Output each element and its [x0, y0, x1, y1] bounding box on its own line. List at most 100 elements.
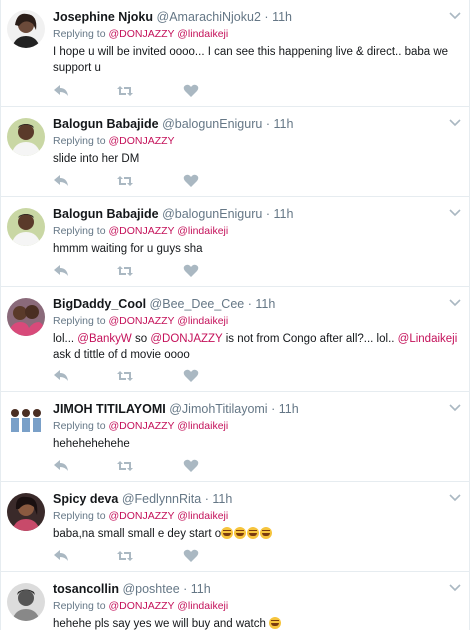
separator-dot: · [183, 582, 188, 596]
avatar[interactable] [7, 208, 45, 246]
author-name[interactable]: Spicy deva [53, 492, 118, 506]
reply-prefix: Replying to [53, 420, 106, 432]
like-button[interactable] [183, 84, 199, 98]
heart-icon [183, 84, 199, 97]
author-handle[interactable]: @JimohTitilayomi [169, 402, 267, 416]
text-segment: lol... [53, 333, 78, 345]
timestamp[interactable]: 11h [191, 582, 211, 596]
reply-mention[interactable]: @lindaikeji [177, 28, 228, 40]
tweet[interactable]: Balogun Babajide @balogunEniguru · 11h R… [1, 197, 469, 287]
separator-dot: · [264, 10, 269, 24]
heart-icon [183, 369, 199, 382]
avatar[interactable] [7, 118, 45, 156]
author-name[interactable]: BigDaddy_Cool [53, 297, 146, 311]
tweet-text: baba,na small small e dey start o [53, 526, 459, 542]
avatar[interactable] [7, 493, 45, 531]
reply-context: Replying to @DONJAZZY @lindaikeji [53, 419, 459, 433]
reply-button[interactable] [53, 459, 69, 473]
tweet[interactable]: BigDaddy_Cool @Bee_Dee_Cee · 11h Replyin… [1, 287, 469, 392]
reply-arrow-icon [54, 460, 68, 471]
reply-mention[interactable]: @DONJAZZY [108, 420, 174, 432]
heart-icon [183, 174, 199, 187]
retweet-button[interactable] [117, 264, 133, 278]
author-handle[interactable]: @Bee_Dee_Cee [150, 297, 245, 311]
reply-button[interactable] [53, 369, 69, 383]
separator-dot: · [271, 402, 276, 416]
retweet-icon [117, 461, 133, 471]
timestamp[interactable]: 11h [212, 492, 232, 506]
text-segment: is not from Congo after all?... lol.. [222, 333, 398, 345]
tweet-text: I hope u will be invited oooo... I can s… [53, 46, 449, 74]
tweet[interactable]: Josephine Njoku @AmarachiNjoku2 · 11h Re… [1, 0, 469, 107]
reply-mention[interactable]: @lindaikeji [177, 420, 228, 432]
avatar[interactable] [7, 583, 45, 621]
reply-context: Replying to @DONJAZZY [53, 134, 459, 148]
inline-mention[interactable]: @Lindaikeji [398, 333, 458, 345]
reply-mention[interactable]: @lindaikeji [177, 510, 228, 522]
text-segment: baba,na small small e dey start o [53, 528, 222, 540]
avatar[interactable] [7, 10, 45, 48]
inline-mention[interactable]: @DONJAZZY [150, 333, 222, 345]
reply-button[interactable] [53, 84, 69, 98]
couple-avatar-icon [7, 298, 45, 336]
reply-arrow-icon [54, 175, 68, 186]
reply-mention[interactable]: @DONJAZZY [108, 135, 174, 147]
laughing-tears-emoji-icon [260, 527, 273, 539]
reply-mention[interactable]: @lindaikeji [177, 600, 228, 612]
author-handle[interactable]: @poshtee [122, 582, 179, 596]
like-button[interactable] [183, 459, 199, 473]
author-name[interactable]: Josephine Njoku [53, 10, 153, 24]
retweet-button[interactable] [117, 459, 133, 473]
heart-icon [183, 549, 199, 562]
reply-mention[interactable]: @DONJAZZY [108, 28, 174, 40]
tweet[interactable]: tosancollin @poshtee · 11h Replying to @… [1, 572, 469, 630]
retweet-button[interactable] [117, 549, 133, 563]
reply-button[interactable] [53, 174, 69, 188]
author-name[interactable]: Balogun Babajide [53, 117, 159, 131]
reply-button[interactable] [53, 549, 69, 563]
reply-mention[interactable]: @DONJAZZY [108, 225, 174, 237]
reply-mention[interactable]: @lindaikeji [177, 315, 228, 327]
reply-prefix: Replying to [53, 135, 106, 147]
reply-prefix: Replying to [53, 510, 106, 522]
author-handle[interactable]: @balogunEniguru [162, 117, 262, 131]
timestamp[interactable]: 11h [272, 10, 292, 24]
timestamp[interactable]: 11h [279, 402, 299, 416]
like-button[interactable] [183, 369, 199, 383]
bw-avatar-icon [7, 583, 45, 621]
timestamp[interactable]: 11h [273, 207, 293, 221]
timestamp[interactable]: 11h [255, 297, 275, 311]
reply-arrow-icon [54, 265, 68, 276]
tweet[interactable]: JIMOH TITILAYOMI @JimohTitilayomi · 11h … [1, 392, 469, 482]
text-segment: so [131, 333, 151, 345]
author-handle[interactable]: @FedlynnRita [122, 492, 201, 506]
author-name[interactable]: Balogun Babajide [53, 207, 159, 221]
retweet-button[interactable] [117, 369, 133, 383]
avatar[interactable] [7, 403, 45, 441]
tweet[interactable]: Balogun Babajide @balogunEniguru · 11h R… [1, 107, 469, 197]
like-button[interactable] [183, 174, 199, 188]
inline-mention[interactable]: @BankyW [77, 333, 132, 345]
reply-context: Replying to @DONJAZZY @lindaikeji [53, 599, 459, 613]
reply-mention[interactable]: @DONJAZZY [108, 510, 174, 522]
like-button[interactable] [183, 549, 199, 563]
like-button[interactable] [183, 264, 199, 278]
retweet-button[interactable] [117, 174, 133, 188]
reply-mention[interactable]: @DONJAZZY [108, 315, 174, 327]
retweet-button[interactable] [117, 84, 133, 98]
reply-context: Replying to @DONJAZZY @lindaikeji [53, 27, 459, 41]
author-name[interactable]: tosancollin [53, 582, 119, 596]
tweet-text: hehehehehehe [53, 438, 130, 450]
tweet-text: lol... @BankyW so @DONJAZZY is not from … [53, 331, 459, 363]
reply-button[interactable] [53, 264, 69, 278]
reply-mention[interactable]: @DONJAZZY [108, 600, 174, 612]
retweet-icon [117, 371, 133, 381]
avatar[interactable] [7, 298, 45, 336]
reply-arrow-icon [54, 550, 68, 561]
reply-mention[interactable]: @lindaikeji [177, 225, 228, 237]
author-handle[interactable]: @balogunEniguru [162, 207, 262, 221]
author-name[interactable]: JIMOH TITILAYOMI [53, 402, 166, 416]
timestamp[interactable]: 11h [273, 117, 293, 131]
tweet[interactable]: Spicy deva @FedlynnRita · 11h Replying t… [1, 482, 469, 572]
author-handle[interactable]: @AmarachiNjoku2 [157, 10, 261, 24]
